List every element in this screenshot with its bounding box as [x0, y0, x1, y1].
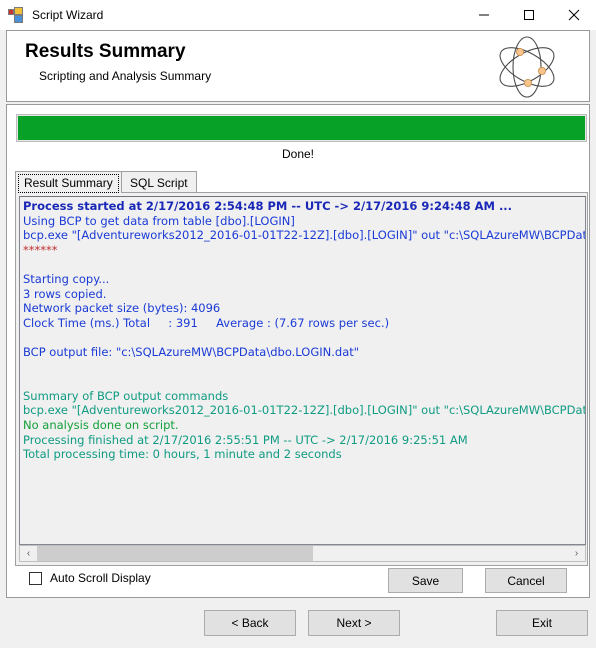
wizard-navigation-bar: < Back Next > Exit	[0, 598, 596, 648]
log-horizontal-scrollbar[interactable]: ‹ ›	[19, 545, 586, 562]
app-icon	[8, 7, 24, 23]
log-line: Starting copy...	[23, 271, 110, 286]
log-line: Network packet size (bytes): 4096	[23, 301, 221, 316]
tab-focus-ring	[18, 174, 119, 193]
main-panel: Done! Result Summary SQL Script Process …	[6, 104, 590, 598]
tab-sql-script[interactable]: SQL Script	[121, 171, 197, 193]
window-controls	[461, 0, 596, 30]
log-output-textbox[interactable]: Process started at 2/17/2016 2:54:48 PM …	[19, 196, 586, 545]
maximize-button[interactable]	[506, 0, 551, 30]
back-button[interactable]: < Back	[204, 610, 296, 636]
log-line: BCP output file: "c:\SQLAzureMW\BCPData\…	[23, 344, 360, 359]
window-titlebar: Script Wizard	[0, 0, 596, 30]
log-line: bcp.exe "[Adventureworks2012_2016-01-01T…	[23, 403, 585, 418]
scrollbar-thumb[interactable]	[37, 546, 314, 561]
page-subtitle: Scripting and Analysis Summary	[39, 69, 212, 83]
header-panel: Results Summary Scripting and Analysis S…	[6, 30, 590, 102]
tabstrip: Result Summary SQL Script	[15, 171, 588, 193]
log-line: No analysis done on script.	[23, 417, 179, 432]
tab-result-summary[interactable]: Result Summary	[15, 171, 122, 193]
scroll-right-arrow-icon[interactable]: ›	[568, 546, 585, 561]
close-button[interactable]	[551, 0, 596, 30]
scrollbar-track[interactable]	[37, 546, 568, 561]
atom-icon	[479, 35, 575, 104]
progress-status-label: Done!	[281, 147, 315, 161]
auto-scroll-row[interactable]: Auto Scroll Display	[29, 571, 151, 585]
log-line: Clock Time (ms.) Total : 391 Average : (…	[23, 315, 390, 330]
auto-scroll-checkbox[interactable]	[29, 571, 42, 585]
panel-footer: Auto Scroll Display Save Cancel	[7, 567, 589, 597]
log-line: Summary of BCP output commands	[23, 388, 229, 403]
progress-bar-fill	[18, 116, 585, 140]
log-line: Process started at 2/17/2016 2:54:48 PM …	[23, 199, 513, 213]
window-title: Script Wizard	[32, 8, 104, 22]
progress-bar	[16, 114, 587, 142]
tab-sql-script-label: SQL Script	[130, 176, 188, 190]
tab-page-result-summary: Process started at 2/17/2016 2:54:48 PM …	[15, 192, 588, 566]
log-line: Total processing time: 0 hours, 1 minute…	[23, 447, 342, 462]
page-title: Results Summary	[25, 41, 186, 62]
log-line: Using BCP to get data from table [dbo].[…	[23, 213, 295, 228]
log-line: bcp.exe "[Adventureworks2012_2016-01-01T…	[23, 228, 585, 243]
scroll-left-arrow-icon[interactable]: ‹	[20, 546, 37, 561]
auto-scroll-label: Auto Scroll Display	[50, 571, 151, 585]
minimize-button[interactable]	[461, 0, 506, 30]
exit-button[interactable]: Exit	[496, 610, 588, 636]
log-line: Processing finished at 2/17/2016 2:55:51…	[23, 432, 468, 447]
log-line: ******	[23, 242, 58, 257]
save-button[interactable]: Save	[388, 568, 463, 593]
next-button[interactable]: Next >	[308, 610, 400, 636]
log-line: 3 rows copied.	[23, 286, 107, 301]
cancel-button[interactable]: Cancel	[485, 568, 567, 593]
